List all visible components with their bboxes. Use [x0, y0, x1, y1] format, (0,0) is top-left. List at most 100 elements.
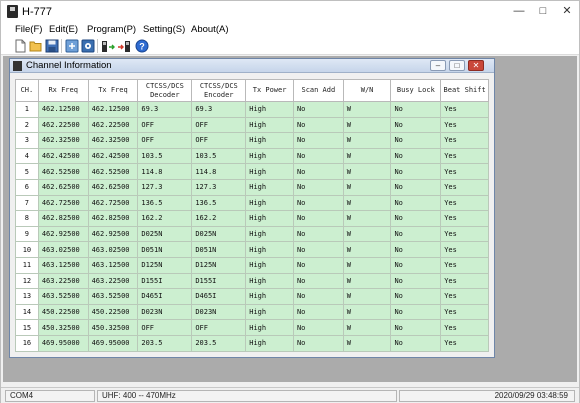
cell-decoder[interactable]: 103.5 — [137, 147, 193, 165]
cell-channel-number[interactable]: 6 — [15, 178, 39, 196]
cell-channel-number[interactable]: 15 — [15, 319, 39, 336]
cell-busy-lock[interactable]: No — [390, 101, 442, 118]
cell-decoder[interactable]: 114.8 — [137, 163, 193, 180]
cell-channel-number[interactable]: 4 — [15, 147, 39, 165]
cell-tx-freq[interactable]: 463.12500 — [87, 256, 139, 274]
cell-busy-lock[interactable]: No — [390, 147, 442, 165]
cell-decoder[interactable]: 203.5 — [137, 334, 193, 352]
cell-wn[interactable]: W — [342, 303, 392, 321]
cell-tx-power[interactable]: High — [245, 147, 294, 165]
table-row[interactable]: 6 462.62500 462.62500 127.3 127.3 High No W No Ye… — [15, 178, 489, 196]
cell-rx-freq[interactable]: 462.82500 — [37, 210, 89, 227]
cell-encoder[interactable]: OFF — [191, 132, 247, 149]
cell-wn[interactable]: W — [342, 163, 392, 180]
cell-scan-add[interactable]: No — [292, 272, 344, 290]
cell-wn[interactable]: W — [342, 194, 392, 212]
child-maximize-icon[interactable]: □ — [449, 60, 465, 71]
child-minimize-icon[interactable]: – — [430, 60, 446, 71]
cell-tx-power[interactable]: High — [245, 194, 294, 212]
cell-busy-lock[interactable]: No — [390, 178, 442, 196]
cell-beat-shift[interactable]: Yes — [440, 256, 489, 274]
read-radio-icon[interactable] — [65, 39, 79, 53]
header-ch[interactable]: CH. — [15, 79, 39, 102]
cell-rx-freq[interactable]: 462.62500 — [37, 178, 89, 196]
cell-encoder[interactable]: D051N — [191, 241, 247, 258]
cell-tx-power[interactable]: High — [245, 272, 294, 290]
cell-beat-shift[interactable]: Yes — [440, 147, 489, 165]
header-scan-add[interactable]: Scan Add — [292, 79, 344, 102]
table-row[interactable]: 5 462.52500 462.52500 114.8 114.8 High No W No Ye… — [15, 163, 489, 180]
cell-rx-freq[interactable]: 462.92500 — [37, 225, 89, 243]
menu-program[interactable]: Program(P) — [87, 24, 136, 35]
cell-scan-add[interactable]: No — [292, 303, 344, 321]
cell-scan-add[interactable]: No — [292, 147, 344, 165]
cell-decoder[interactable]: D155I — [137, 272, 193, 290]
cell-tx-power[interactable]: High — [245, 225, 294, 243]
title-bar[interactable]: H-777 — □ ✕ — [1, 1, 579, 23]
cell-scan-add[interactable]: No — [292, 241, 344, 258]
cell-beat-shift[interactable]: Yes — [440, 210, 489, 227]
cell-busy-lock[interactable]: No — [390, 163, 442, 180]
cell-encoder[interactable]: OFF — [191, 116, 247, 134]
cell-tx-freq[interactable]: 450.32500 — [87, 319, 139, 336]
cell-encoder[interactable]: 162.2 — [191, 210, 247, 227]
cell-busy-lock[interactable]: No — [390, 256, 442, 274]
cell-beat-shift[interactable]: Yes — [440, 303, 489, 321]
cell-encoder[interactable]: D125N — [191, 256, 247, 274]
cell-decoder[interactable]: D125N — [137, 256, 193, 274]
cell-encoder[interactable]: 136.5 — [191, 194, 247, 212]
open-folder-icon[interactable] — [29, 39, 43, 53]
cell-wn[interactable]: W — [342, 116, 392, 134]
cell-encoder[interactable]: 203.5 — [191, 334, 247, 352]
cell-wn[interactable]: W — [342, 256, 392, 274]
child-title-bar[interactable]: Channel Information – □ ✕ — [10, 59, 494, 73]
header-beat-shift[interactable]: Beat Shift — [440, 79, 489, 102]
cell-channel-number[interactable]: 13 — [15, 288, 39, 305]
cell-rx-freq[interactable]: 450.32500 — [37, 319, 89, 336]
table-row[interactable]: 14 450.22500 450.22500 D023N D023N High No W No Y… — [15, 303, 489, 321]
menu-setting[interactable]: Setting(S) — [143, 24, 185, 35]
cell-busy-lock[interactable]: No — [390, 272, 442, 290]
cell-scan-add[interactable]: No — [292, 116, 344, 134]
cell-encoder[interactable]: 127.3 — [191, 178, 247, 196]
cell-decoder[interactable]: OFF — [137, 319, 193, 336]
cell-rx-freq[interactable]: 469.95000 — [37, 334, 89, 352]
cell-channel-number[interactable]: 7 — [15, 194, 39, 212]
cell-tx-power[interactable]: High — [245, 163, 294, 180]
cell-tx-freq[interactable]: 462.82500 — [87, 210, 139, 227]
cell-wn[interactable]: W — [342, 334, 392, 352]
table-row[interactable]: 10 463.02500 463.02500 D051N D051N High No W No Y… — [15, 241, 489, 258]
minimize-icon[interactable]: — — [507, 1, 531, 22]
cell-wn[interactable]: W — [342, 288, 392, 305]
cell-rx-freq[interactable]: 462.32500 — [37, 132, 89, 149]
cell-beat-shift[interactable]: Yes — [440, 225, 489, 243]
cell-encoder[interactable]: D465I — [191, 288, 247, 305]
menu-edit[interactable]: Edit(E) — [49, 24, 78, 35]
cell-rx-freq[interactable]: 463.22500 — [37, 272, 89, 290]
cell-decoder[interactable]: D025N — [137, 225, 193, 243]
cell-decoder[interactable]: 136.5 — [137, 194, 193, 212]
cell-beat-shift[interactable]: Yes — [440, 272, 489, 290]
cell-tx-freq[interactable]: 450.22500 — [87, 303, 139, 321]
cell-beat-shift[interactable]: Yes — [440, 116, 489, 134]
table-row[interactable]: 11 463.12500 463.12500 D125N D125N High No W No Y… — [15, 256, 489, 274]
cell-scan-add[interactable]: No — [292, 132, 344, 149]
cell-tx-power[interactable]: High — [245, 334, 294, 352]
cell-scan-add[interactable]: No — [292, 210, 344, 227]
cell-scan-add[interactable]: No — [292, 225, 344, 243]
table-row[interactable]: 13 463.52500 463.52500 D465I D465I High No W No Y… — [15, 288, 489, 305]
header-busy-lock[interactable]: Busy Lock — [390, 79, 442, 102]
table-row[interactable]: 2 462.22500 462.22500 OFF OFF High No W No Yes — [15, 116, 489, 134]
cell-encoder[interactable]: D025N — [191, 225, 247, 243]
cell-scan-add[interactable]: No — [292, 101, 344, 118]
cell-tx-freq[interactable]: 463.52500 — [87, 288, 139, 305]
cell-channel-number[interactable]: 12 — [15, 272, 39, 290]
table-row[interactable]: 3 462.32500 462.32500 OFF OFF High No W No Yes — [15, 132, 489, 149]
cell-scan-add[interactable]: No — [292, 288, 344, 305]
cell-busy-lock[interactable]: No — [390, 334, 442, 352]
cell-channel-number[interactable]: 5 — [15, 163, 39, 180]
cell-tx-power[interactable]: High — [245, 101, 294, 118]
cell-busy-lock[interactable]: No — [390, 225, 442, 243]
header-wn[interactable]: W/N — [342, 79, 392, 102]
read-from-radio-icon[interactable] — [101, 39, 115, 53]
